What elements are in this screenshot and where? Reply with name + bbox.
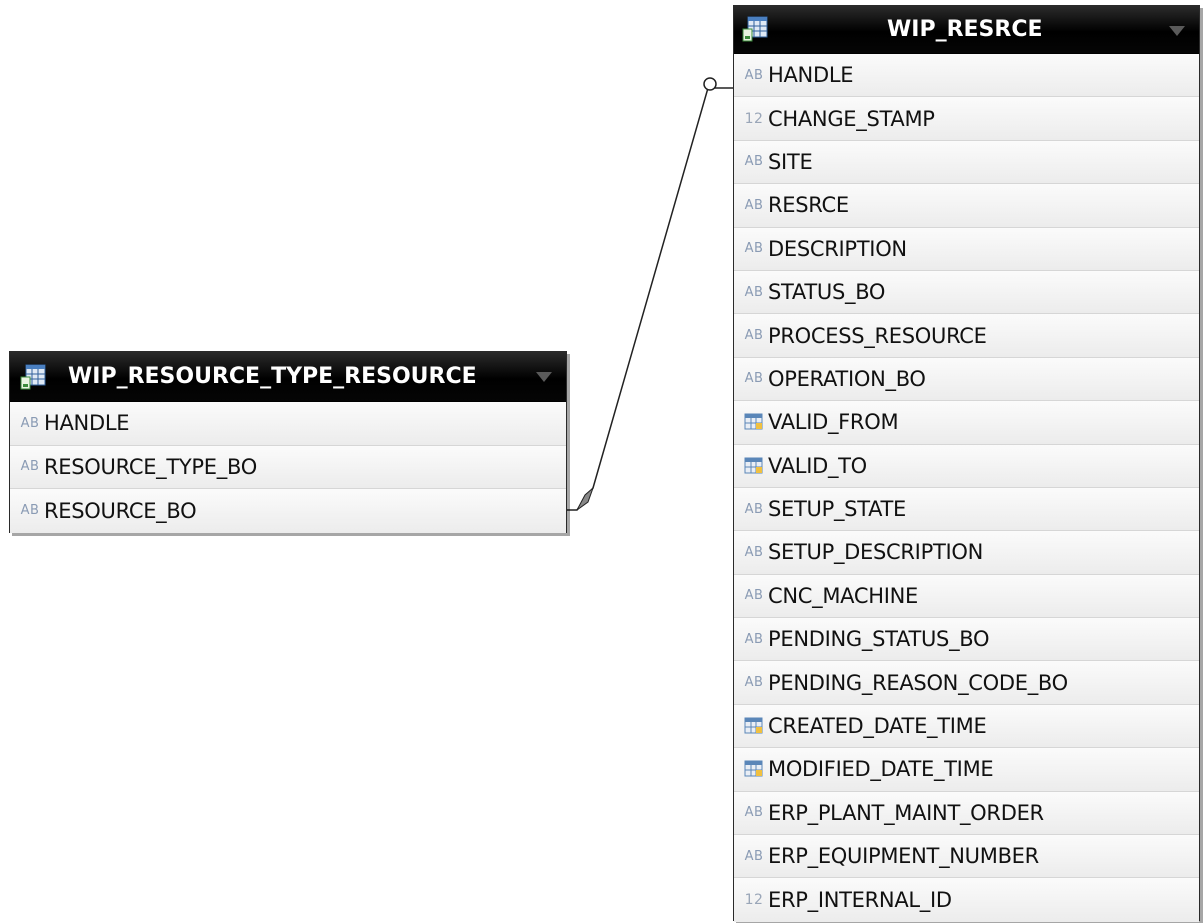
text-type-icon: AB — [20, 415, 40, 431]
column-row[interactable]: AB DESCRIPTION — [734, 227, 1199, 271]
column-name: CNC_MACHINE — [768, 583, 918, 608]
column-name: OPERATION_BO — [768, 366, 926, 391]
text-type-icon: AB — [744, 197, 764, 213]
column-row[interactable]: AB STATUS_BO — [734, 270, 1199, 315]
column-list: AB HANDLE 12 CHANGE_STAMP AB SITE AB RESRCE AB DE… — [734, 54, 1199, 922]
column-name: PROCESS_RESOURCE — [768, 323, 987, 348]
entity-title-right: WIP_RESRCE — [887, 17, 1043, 42]
text-type-icon: AB — [744, 805, 764, 821]
column-name: VALID_FROM — [768, 410, 899, 435]
text-type-icon: AB — [744, 675, 764, 691]
column-name: ERP_EQUIPMENT_NUMBER — [768, 844, 1039, 869]
column-name: HANDLE — [768, 63, 854, 88]
chevron-down-icon[interactable] — [536, 372, 552, 382]
column-row[interactable]: 12 ERP_INTERNAL_ID — [734, 878, 1199, 922]
text-type-icon: AB — [744, 371, 764, 387]
column-row[interactable]: AB ERP_PLANT_MAINT_ORDER — [734, 791, 1199, 836]
text-type-icon: AB — [20, 459, 40, 475]
relationship-circle-marker — [703, 77, 717, 91]
column-name: RESOURCE_BO — [44, 498, 197, 523]
date-type-icon — [740, 717, 768, 735]
column-name: MODIFIED_DATE_TIME — [768, 757, 994, 782]
column-row[interactable]: AB PENDING_STATUS_BO — [734, 618, 1199, 662]
column-row[interactable]: 12 CHANGE_STAMP — [734, 97, 1199, 141]
column-row[interactable]: AB ERP_EQUIPMENT_NUMBER — [734, 835, 1199, 879]
text-type-icon: AB — [744, 848, 764, 864]
text-type-icon: AB — [744, 241, 764, 257]
chevron-down-icon[interactable] — [1169, 26, 1185, 36]
date-type-icon — [740, 760, 768, 778]
column-name: RESOURCE_TYPE_BO — [44, 454, 257, 479]
column-name: HANDLE — [44, 411, 130, 436]
column-row[interactable]: AB RESOURCE_TYPE_BO — [10, 445, 566, 489]
column-name: ERP_PLANT_MAINT_ORDER — [768, 800, 1044, 825]
column-name: SETUP_STATE — [768, 497, 907, 522]
column-row[interactable]: AB PROCESS_RESOURCE — [734, 314, 1199, 358]
number-type-icon: 12 — [744, 110, 764, 127]
column-row[interactable]: AB SETUP_STATE — [734, 487, 1199, 532]
table-icon — [742, 16, 768, 42]
text-type-icon: AB — [744, 501, 764, 517]
column-name: CHANGE_STAMP — [768, 106, 935, 131]
entity-title-left: WIP_RESOURCE_TYPE_RESOURCE — [68, 364, 477, 389]
column-row[interactable]: VALID_TO — [734, 444, 1199, 488]
column-row[interactable]: CREATED_DATE_TIME — [734, 704, 1199, 749]
text-type-icon: AB — [744, 284, 764, 300]
text-type-icon: AB — [744, 67, 764, 83]
column-row[interactable]: VALID_FROM — [734, 401, 1199, 445]
date-type-icon — [740, 457, 768, 475]
relationship-connector — [567, 87, 733, 511]
column-name: STATUS_BO — [768, 280, 886, 305]
column-name: ERP_INTERNAL_ID — [768, 888, 952, 913]
entity-table-left[interactable]: WIP_RESOURCE_TYPE_RESOURCE AB HANDLE AB … — [9, 351, 567, 533]
column-row[interactable]: AB RESOURCE_BO — [10, 489, 566, 533]
column-row[interactable]: AB CNC_MACHINE — [734, 574, 1199, 619]
text-type-icon: AB — [744, 544, 764, 560]
entity-table-right[interactable]: WIP_RESRCE AB HANDLE 12 CHANGE_STAMP AB SITE A… — [733, 5, 1200, 922]
date-type-icon — [740, 413, 768, 431]
relationship-diamond-marker — [576, 486, 595, 511]
text-type-icon: AB — [744, 328, 764, 344]
column-name: DESCRIPTION — [768, 236, 907, 261]
column-name: RESRCE — [768, 193, 849, 218]
column-row[interactable]: AB RESRCE — [734, 184, 1199, 228]
column-name: PENDING_STATUS_BO — [768, 627, 990, 652]
column-row[interactable]: AB SETUP_DESCRIPTION — [734, 531, 1199, 575]
column-row[interactable]: AB HANDLE — [10, 402, 566, 446]
diagram-canvas: WIP_RESOURCE_TYPE_RESOURCE AB HANDLE AB … — [0, 0, 1203, 923]
entity-header-left[interactable]: WIP_RESOURCE_TYPE_RESOURCE — [10, 352, 566, 402]
column-row[interactable]: AB OPERATION_BO — [734, 357, 1199, 402]
table-icon — [20, 364, 46, 390]
column-row[interactable]: AB HANDLE — [734, 54, 1199, 98]
column-name: SITE — [768, 149, 813, 174]
text-type-icon: AB — [744, 631, 764, 647]
text-type-icon: AB — [20, 503, 40, 519]
number-type-icon: 12 — [744, 892, 764, 909]
column-name: PENDING_REASON_CODE_BO — [768, 670, 1068, 695]
column-name: VALID_TO — [768, 453, 867, 478]
column-name: CREATED_DATE_TIME — [768, 714, 987, 739]
entity-header-right[interactable]: WIP_RESRCE — [734, 6, 1199, 54]
column-row[interactable]: MODIFIED_DATE_TIME — [734, 748, 1199, 792]
column-row[interactable]: AB PENDING_REASON_CODE_BO — [734, 661, 1199, 705]
column-name: SETUP_DESCRIPTION — [768, 540, 984, 565]
text-type-icon: AB — [744, 154, 764, 170]
text-type-icon: AB — [744, 588, 764, 604]
column-row[interactable]: AB SITE — [734, 140, 1199, 185]
